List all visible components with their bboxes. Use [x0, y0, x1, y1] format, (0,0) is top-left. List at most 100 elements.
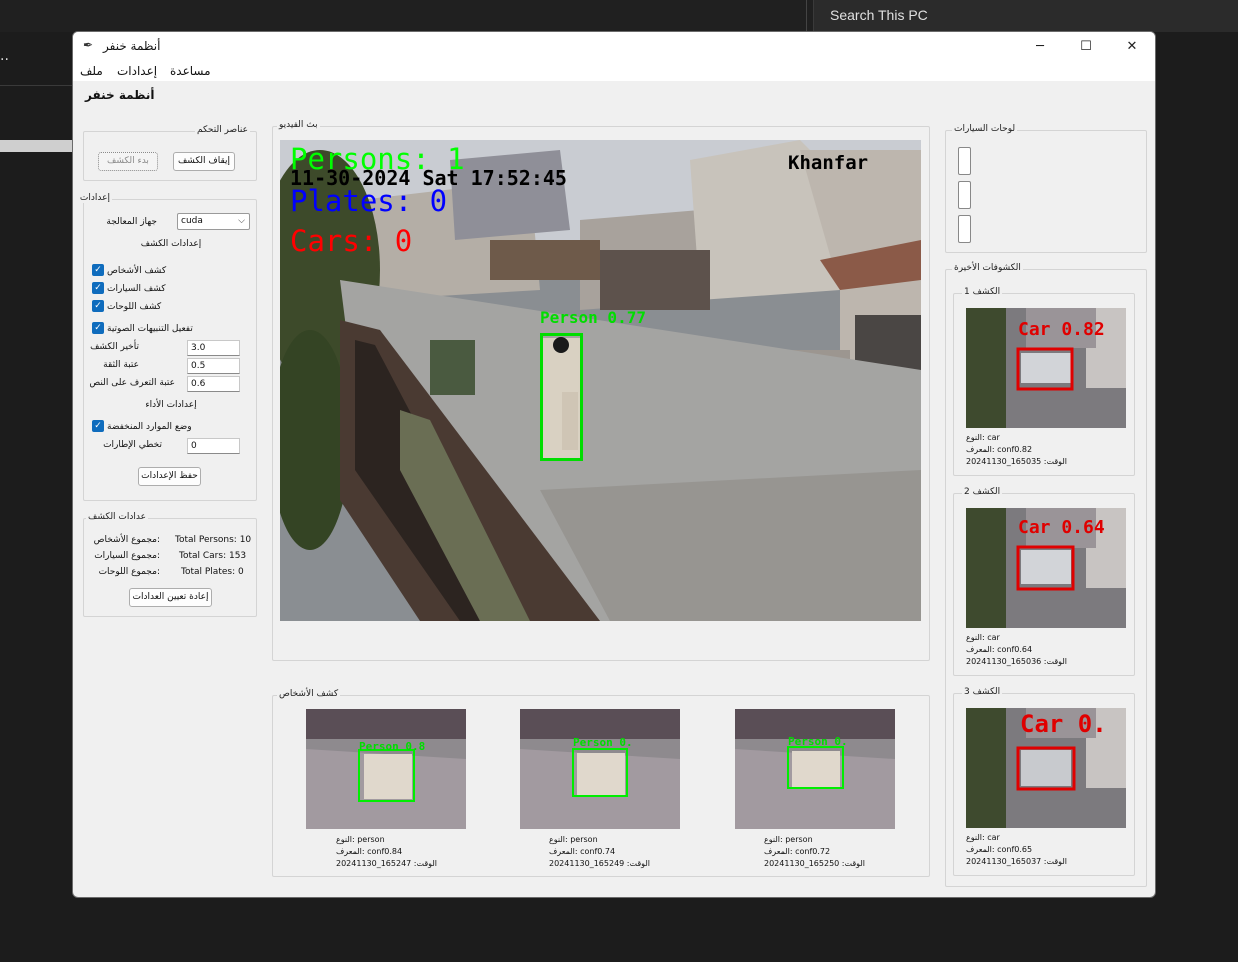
window-title: أنظمة خنفر: [103, 39, 161, 53]
card-title: الكشف 3: [962, 687, 1003, 697]
feather-icon: ✒: [83, 38, 94, 52]
checkbox-detect-persons[interactable]: ✓ كشف الأشخاص: [92, 264, 252, 278]
checkmark-icon: ✓: [92, 322, 104, 334]
group-title: إعدادات: [77, 193, 112, 203]
total-persons-label: مجموع الأشخاص:: [93, 535, 160, 545]
license-plates-group: لوحات السيارات: [945, 124, 1147, 253]
car-detection-info: النوع: car المعرف: conf0.64 الوقت: 16503…: [966, 632, 1067, 668]
cars-count-overlay: Cars: 0: [290, 224, 413, 258]
reset-counters-button[interactable]: إعادة تعيين العدادات: [129, 588, 212, 607]
detection-id: المعرف: conf0.74: [549, 847, 616, 856]
person-snapshot-image: [306, 709, 466, 829]
checkbox-label: كشف اللوحات: [107, 302, 162, 312]
checkbox-detect-plates[interactable]: ✓ كشف اللوحات: [92, 300, 252, 314]
performance-settings-header: إعدادات الأداء: [145, 400, 197, 410]
thumbnail-label: Car 0.82: [1018, 319, 1105, 340]
checkmark-icon: ✓: [92, 300, 104, 312]
minimize-button[interactable]: ─: [1017, 32, 1063, 61]
checkbox-sound-alerts[interactable]: ✓ تفعيل التنبيهات الصوتية: [92, 322, 252, 336]
thumbnail-label: Car 0.: [1020, 710, 1107, 738]
total-cars-value: Total Cars: 153: [179, 551, 247, 561]
checkbox-label: وضع الموارد المنخفضة: [107, 422, 192, 432]
person-box-label: Person 0.77: [540, 308, 646, 327]
car-thumbnail: Car 0.: [966, 708, 1126, 828]
detection-id: المعرف: conf0.64: [966, 645, 1033, 654]
plate-slot: [958, 181, 971, 209]
detection-settings-header: إعدادات الكشف: [140, 239, 202, 249]
person-detection-info: النوع: person المعرف: conf0.84 الوقت: 16…: [336, 834, 437, 870]
group-title: كشف الأشخاص: [277, 689, 341, 699]
detection-id: المعرف: conf0.65: [966, 845, 1033, 854]
detection-time: الوقت: 165250_20241130: [764, 859, 865, 868]
close-button[interactable]: ✕: [1109, 32, 1155, 61]
controls-group: عناصر التحكم بدء الكشف إيقاف الكشف: [83, 125, 257, 181]
counters-group: عدادات الكشف مجموع الأشخاص: Total Person…: [83, 512, 257, 617]
checkbox-detect-cars[interactable]: ✓ كشف السيارات: [92, 282, 252, 296]
device-select-value: cuda: [181, 216, 203, 226]
detection-type: النوع: car: [966, 833, 1000, 842]
car-thumbnail: Car 0.82: [966, 308, 1126, 428]
page-title: أنظمة خنفر: [85, 88, 155, 102]
settings-group: إعدادات جهاز المعالجة cuda ⌵ إعدادات الك…: [77, 193, 257, 501]
ocr-threshold-input[interactable]: 0.6: [187, 376, 240, 392]
frame-skip-input[interactable]: 0: [187, 438, 240, 454]
detection-type: النوع: car: [966, 633, 1000, 642]
maximize-button[interactable]: ☐: [1063, 32, 1109, 61]
car-thumbnail: Car 0.64: [966, 508, 1126, 628]
detection-id: المعرف: conf0.72: [764, 847, 831, 856]
menu-file[interactable]: ملف: [80, 64, 103, 78]
thumbnail-label: Car 0.64: [1018, 517, 1105, 538]
card-title: الكشف 2: [962, 487, 1003, 497]
detection-time: الوقت: 165037_20241130: [966, 857, 1067, 866]
ocr-threshold-label: عتبة التعرف على النص: [89, 378, 175, 388]
desktop-divider: [806, 0, 807, 32]
checkbox-label: كشف الأشخاص: [107, 266, 167, 276]
desktop-search-box[interactable]: Search This PC: [813, 0, 1238, 32]
checkbox-label: تفعيل التنبيهات الصوتية: [107, 324, 193, 334]
brand-watermark: Khanfar: [788, 152, 869, 174]
detection-delay-label: تأخير الكشف: [90, 342, 139, 352]
start-detection-button[interactable]: بدء الكشف: [98, 152, 158, 171]
total-plates-label: مجموع اللوحات:: [98, 567, 160, 577]
plate-slot: [958, 147, 971, 175]
thumbnail-label: Person 0.8: [359, 740, 426, 753]
person-detection-info: النوع: person المعرف: conf0.74 الوقت: 16…: [549, 834, 650, 870]
person-thumbnail[interactable]: Person 0.: [735, 709, 895, 829]
detection-delay-input[interactable]: 3.0: [187, 340, 240, 356]
desktop-left-pane: ..: [0, 40, 72, 86]
plate-slot: [958, 215, 971, 243]
person-thumbnail[interactable]: Person 0.8: [306, 709, 466, 829]
checkbox-low-resource-mode[interactable]: ✓ وضع الموارد المنخفضة: [92, 420, 252, 434]
car-detection-info: النوع: car المعرف: conf0.82 الوقت: 16503…: [966, 432, 1067, 468]
person-bounding-box: [540, 333, 583, 461]
detection-type: النوع: person: [764, 835, 813, 844]
confidence-threshold-input[interactable]: 0.5: [187, 358, 240, 374]
detection-time: الوقت: 165249_20241130: [549, 859, 650, 868]
confidence-threshold-label: عتبة الثقة: [103, 360, 139, 370]
group-title: عدادات الكشف: [86, 512, 148, 522]
checkmark-icon: ✓: [92, 264, 104, 276]
checkbox-label: كشف السيارات: [107, 284, 166, 294]
menu-help[interactable]: مساعدة: [170, 64, 211, 78]
car-detection-info: النوع: car المعرف: conf0.65 الوقت: 16503…: [966, 832, 1067, 868]
frame-skip-label: تخطي الإطارات: [103, 440, 162, 450]
device-select[interactable]: cuda ⌵: [177, 213, 250, 230]
person-thumbnail[interactable]: Person 0.: [520, 709, 680, 829]
detection-time: الوقت: 165036_20241130: [966, 657, 1067, 666]
detection-time: الوقت: 165035_20241130: [966, 457, 1067, 466]
checkmark-icon: ✓: [92, 420, 104, 432]
card-title: الكشف 1: [962, 287, 1003, 297]
group-title: بث الفيديو: [277, 120, 320, 130]
title-bar[interactable]: ✒ أنظمة خنفر ─ ☐ ✕: [73, 32, 1155, 61]
total-persons-value: Total Persons: 10: [175, 535, 252, 545]
device-label: جهاز المعالجة: [106, 217, 157, 227]
save-settings-button[interactable]: حفظ الإعدادات: [138, 467, 201, 486]
person-snapshot-image: [520, 709, 680, 829]
group-title: عناصر التحكم: [194, 125, 250, 135]
app-window: ✒ أنظمة خنفر ─ ☐ ✕ ملف إعدادات مساعدة أن…: [72, 31, 1156, 898]
menu-settings[interactable]: إعدادات: [117, 64, 157, 78]
group-title: الكشوفات الأخيرة: [952, 263, 1023, 273]
stop-detection-button[interactable]: إيقاف الكشف: [173, 152, 235, 171]
plates-count-overlay: Plates: 0: [290, 184, 448, 218]
thumbnail-label: Person 0.: [573, 736, 633, 749]
